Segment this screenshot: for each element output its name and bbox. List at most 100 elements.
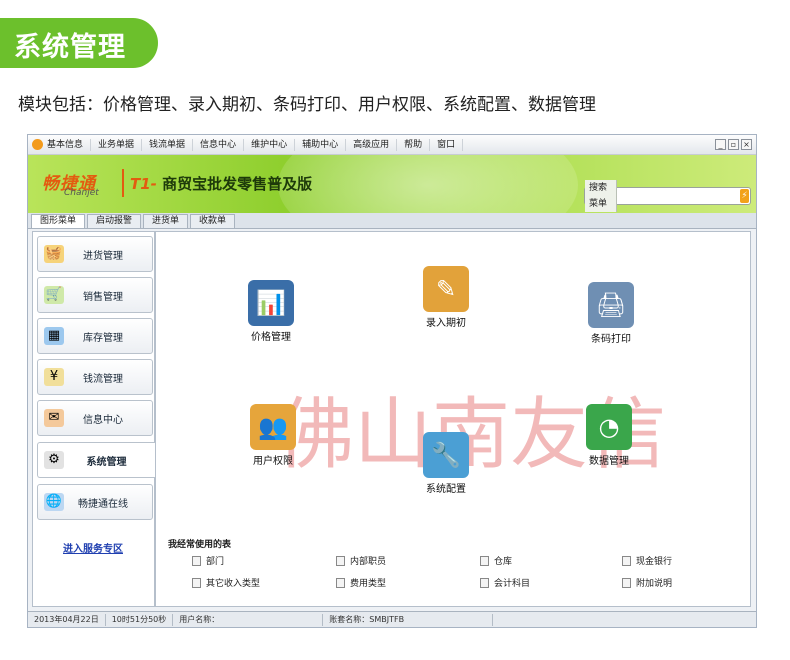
nav-item-purchase[interactable]: 🧺 进货管理 bbox=[37, 236, 153, 272]
notebook-pencil-icon: ✎ bbox=[423, 266, 469, 312]
mail-icon: ✉ bbox=[44, 409, 64, 427]
tab-purchase-order[interactable]: 进货单 bbox=[143, 214, 189, 228]
favorite-label: 仓库 bbox=[494, 557, 513, 567]
money-icon: ¥ bbox=[44, 368, 64, 386]
minimize-icon[interactable]: _ bbox=[715, 139, 726, 150]
module-description: 模块包括：价格管理、录入期初、条码打印、用户权限、系统配置、数据管理 bbox=[18, 95, 596, 115]
search-go-icon[interactable]: ⚡ bbox=[740, 189, 749, 203]
module-config[interactable]: 🔧 系统配置 bbox=[401, 432, 491, 495]
globe-icon: 🌐 bbox=[44, 493, 64, 511]
module-data[interactable]: ◔ 数据管理 bbox=[564, 404, 654, 467]
favorite-label: 附加说明 bbox=[636, 579, 673, 589]
favorite-item[interactable]: 内部职员 bbox=[336, 554, 386, 567]
module-label: 系统配置 bbox=[426, 484, 466, 495]
tab-bar: 图形菜单 启动报警 进货单 收款单 bbox=[28, 213, 756, 229]
module-label: 价格管理 bbox=[251, 332, 291, 343]
product-name: 商贸宝批发零售普及版 bbox=[162, 175, 313, 193]
window-controls: _ ▫ × bbox=[715, 139, 752, 150]
favorite-item[interactable]: 费用类型 bbox=[336, 576, 386, 589]
module-label: 用户权限 bbox=[253, 456, 293, 467]
left-nav: 🧺 进货管理 🛒 销售管理 ▦ 库存管理 ¥ 钱流管理 ✉ 信息中心 ⚙ 系统管 bbox=[32, 231, 159, 607]
module-label: 条码打印 bbox=[591, 334, 631, 345]
favorite-item[interactable]: 会计科目 bbox=[480, 576, 530, 589]
price-monitor-icon: 📊 bbox=[248, 280, 294, 326]
favorites-title: 我经常使用的表 bbox=[168, 540, 232, 550]
favorite-item[interactable]: 仓库 bbox=[480, 554, 512, 567]
module-label: 录入期初 bbox=[426, 318, 466, 329]
product-prefix: T1- bbox=[130, 175, 157, 193]
service-zone-link[interactable]: 进入服务专区 bbox=[63, 540, 123, 555]
favorite-label: 现金银行 bbox=[636, 557, 673, 567]
app-logo-icon bbox=[32, 139, 43, 150]
menu-item-advanced[interactable]: 高级应用 bbox=[346, 138, 398, 151]
menu-item-cash-docs[interactable]: 钱流单据 bbox=[142, 138, 194, 151]
pie-chart-icon: ◔ bbox=[586, 404, 632, 450]
menu-item-business-docs[interactable]: 业务单据 bbox=[91, 138, 143, 151]
nav-label: 系统管理 bbox=[86, 456, 127, 468]
settings-icon: ⚙ bbox=[44, 451, 64, 469]
favorite-label: 内部职员 bbox=[350, 557, 387, 567]
main-panel: 佛山南友信 📊 价格管理 ✎ 录入期初 🖨 条码打印 👥 用户权限 🔧 系统配置 bbox=[155, 231, 751, 607]
close-icon[interactable]: × bbox=[741, 139, 752, 150]
status-account: 账套名称：SMBJTFB bbox=[323, 614, 494, 626]
module-opening[interactable]: ✎ 录入期初 bbox=[401, 266, 491, 329]
menu-search: 搜索菜单 ⚡ bbox=[584, 180, 751, 212]
nav-item-info-center[interactable]: ✉ 信息中心 bbox=[37, 400, 153, 436]
menu-item-basic-info[interactable]: 基本信息 bbox=[47, 138, 92, 151]
document-icon bbox=[336, 577, 345, 588]
module-price[interactable]: 📊 价格管理 bbox=[226, 280, 316, 343]
module-users[interactable]: 👥 用户权限 bbox=[228, 404, 318, 467]
document-icon bbox=[480, 577, 489, 588]
favorite-item[interactable]: 其它收入类型 bbox=[192, 576, 260, 589]
document-icon bbox=[480, 555, 489, 566]
tab-graphic-menu[interactable]: 图形菜单 bbox=[31, 214, 86, 228]
menu-item-maintenance[interactable]: 维护中心 bbox=[244, 138, 296, 151]
nav-label: 进货管理 bbox=[83, 250, 123, 262]
status-date: 2013年04月22日 bbox=[28, 614, 106, 626]
warehouse-icon: ▦ bbox=[44, 327, 64, 345]
status-user: 用户名称： bbox=[173, 614, 324, 626]
app-banner: 畅捷通 Chanjet T1- 商贸宝批发零售普及版 搜索菜单 ⚡ bbox=[28, 155, 756, 213]
section-badge: 系统管理 bbox=[0, 18, 158, 68]
favorite-item[interactable]: 附加说明 bbox=[622, 576, 672, 589]
module-barcode[interactable]: 🖨 条码打印 bbox=[566, 282, 656, 345]
tab-startup-alert[interactable]: 启动报警 bbox=[87, 214, 142, 228]
section-title: 系统管理 bbox=[14, 32, 126, 63]
menu-item-info-center[interactable]: 信息中心 bbox=[193, 138, 245, 151]
brand-divider bbox=[122, 169, 124, 197]
nav-item-online[interactable]: 🌐 畅捷通在线 bbox=[37, 484, 153, 520]
menu-item-window[interactable]: 窗口 bbox=[430, 138, 464, 151]
menu-item-help[interactable]: 帮助 bbox=[397, 138, 431, 151]
users-icon: 👥 bbox=[250, 404, 296, 450]
app-window: 基本信息 业务单据 钱流单据 信息中心 维护中心 辅助中心 高级应用 帮助 窗口… bbox=[27, 134, 757, 628]
favorite-item[interactable]: 现金银行 bbox=[622, 554, 672, 567]
nav-label: 信息中心 bbox=[83, 414, 123, 426]
status-time: 10时51分50秒 bbox=[106, 614, 174, 626]
favorite-label: 其它收入类型 bbox=[206, 579, 261, 589]
nav-label: 钱流管理 bbox=[83, 373, 123, 385]
favorite-label: 会计科目 bbox=[494, 579, 531, 589]
menu-item-assist[interactable]: 辅助中心 bbox=[295, 138, 347, 151]
page: 系统管理 模块包括：价格管理、录入期初、条码打印、用户权限、系统配置、数据管理 … bbox=[0, 0, 790, 660]
document-icon bbox=[622, 555, 631, 566]
nav-item-system[interactable]: ⚙ 系统管理 bbox=[37, 442, 159, 478]
favorite-label: 部门 bbox=[206, 557, 225, 567]
nav-item-inventory[interactable]: ▦ 库存管理 bbox=[37, 318, 153, 354]
printer-icon: 🖨 bbox=[588, 282, 634, 328]
brand-name-en: Chanjet bbox=[64, 188, 99, 198]
status-bar: 2013年04月22日 10时51分50秒 用户名称： 账套名称：SMBJTFB bbox=[28, 611, 756, 627]
nav-label: 畅捷通在线 bbox=[78, 498, 128, 510]
restore-icon[interactable]: ▫ bbox=[728, 139, 739, 150]
basket-icon: 🧺 bbox=[44, 245, 64, 263]
document-icon bbox=[622, 577, 631, 588]
document-icon bbox=[192, 577, 201, 588]
search-label: 搜索菜单 bbox=[585, 180, 618, 212]
nav-item-cashflow[interactable]: ¥ 钱流管理 bbox=[37, 359, 153, 395]
menu-bar: 基本信息 业务单据 钱流单据 信息中心 维护中心 辅助中心 高级应用 帮助 窗口… bbox=[28, 135, 756, 155]
toolbox-icon: 🔧 bbox=[423, 432, 469, 478]
search-input[interactable] bbox=[617, 188, 741, 204]
favorite-item[interactable]: 部门 bbox=[192, 554, 224, 567]
tab-receipt[interactable]: 收款单 bbox=[190, 214, 236, 228]
nav-item-sales[interactable]: 🛒 销售管理 bbox=[37, 277, 153, 313]
nav-label: 销售管理 bbox=[83, 291, 123, 303]
